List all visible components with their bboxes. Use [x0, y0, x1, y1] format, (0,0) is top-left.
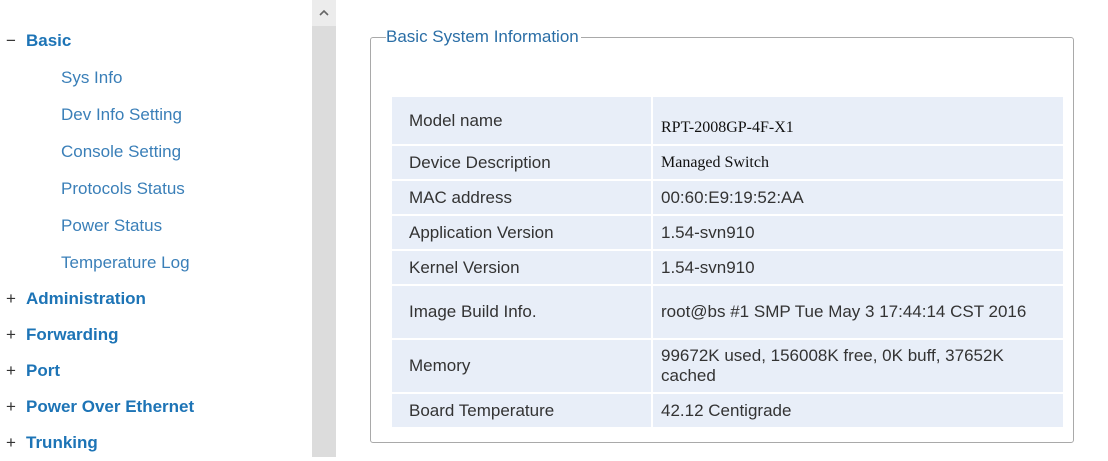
expand-icon: + — [6, 397, 16, 416]
nav-item-protocols-status[interactable]: Protocols Status — [0, 170, 312, 207]
nav-group-label: Administration — [26, 289, 146, 308]
table-row: Memory 99672K used, 156008K free, 0K buf… — [392, 340, 1063, 392]
row-label: Memory — [392, 340, 653, 392]
row-label: Image Build Info. — [392, 286, 653, 338]
row-value: 00:60:E9:19:52:AA — [653, 181, 1063, 214]
table-row: Model name RPT-2008GP-4F-X1 — [392, 97, 1063, 144]
nav-group-basic-toggle[interactable]: − Basic — [0, 22, 312, 59]
table-row: Application Version 1.54-svn910 — [392, 216, 1063, 249]
nav-group-label: Port — [26, 361, 60, 380]
row-value: root@bs #1 SMP Tue May 3 17:44:14 CST 20… — [653, 286, 1063, 338]
nav-group-label: Power Over Ethernet — [26, 397, 195, 416]
nav-group-port: + Port — [0, 353, 312, 389]
expand-icon: + — [6, 433, 16, 452]
nav-group-trunking: + Trunking — [0, 425, 312, 461]
row-label: Device Description — [392, 146, 653, 179]
nav-group-label: Basic — [26, 31, 72, 50]
nav-group-trunking-toggle[interactable]: + Trunking — [0, 425, 312, 461]
expand-icon: + — [6, 325, 16, 344]
nav-group-forwarding-toggle[interactable]: + Forwarding — [0, 317, 312, 353]
scroll-up-button[interactable] — [312, 0, 336, 26]
nav-group-administration-toggle[interactable]: + Administration — [0, 281, 312, 317]
chevron-up-icon — [319, 9, 329, 16]
row-label: Application Version — [392, 216, 653, 249]
row-label: MAC address — [392, 181, 653, 214]
nav-group-power-over-ethernet: + Power Over Ethernet — [0, 389, 312, 425]
nav-group-port-toggle[interactable]: + Port — [0, 353, 312, 389]
row-label: Model name — [392, 97, 653, 144]
table-row: Board Temperature 42.12 Centigrade — [392, 394, 1063, 427]
nav-group-power-over-ethernet-toggle[interactable]: + Power Over Ethernet — [0, 389, 312, 425]
row-value: 42.12 Centigrade — [653, 394, 1063, 427]
expand-icon: + — [6, 361, 16, 380]
system-info-table: Model name RPT-2008GP-4F-X1 Device Descr… — [392, 95, 1063, 429]
nav-item-console-setting[interactable]: Console Setting — [0, 133, 312, 170]
nav-group-forwarding: + Forwarding — [0, 317, 312, 353]
nav-group-label: Trunking — [26, 433, 98, 452]
nav-group-basic: − Basic Sys Info Dev Info Setting Console… — [0, 22, 312, 281]
table-row: MAC address 00:60:E9:19:52:AA — [392, 181, 1063, 214]
nav-submenu-basic: Sys Info Dev Info Setting Console Settin… — [0, 59, 312, 281]
row-label: Kernel Version — [392, 251, 653, 284]
nav-group-administration: + Administration — [0, 281, 312, 317]
row-value: RPT-2008GP-4F-X1 — [653, 97, 1063, 144]
panel-title: Basic System Information — [386, 27, 581, 47]
sidebar-nav: − Basic Sys Info Dev Info Setting Console… — [0, 0, 312, 457]
row-value: 99672K used, 156008K free, 0K buff, 3765… — [653, 340, 1063, 392]
collapse-icon: − — [6, 31, 16, 50]
row-value: 1.54-svn910 — [653, 251, 1063, 284]
row-value: 1.54-svn910 — [653, 216, 1063, 249]
nav-group-label: Forwarding — [26, 325, 119, 344]
table-row: Device Description Managed Switch — [392, 146, 1063, 179]
nav-item-power-status[interactable]: Power Status — [0, 207, 312, 244]
expand-icon: + — [6, 289, 16, 308]
table-row: Image Build Info. root@bs #1 SMP Tue May… — [392, 286, 1063, 338]
nav-item-sys-info[interactable]: Sys Info — [0, 59, 312, 96]
row-label: Board Temperature — [392, 394, 653, 427]
table-row: Kernel Version 1.54-svn910 — [392, 251, 1063, 284]
sidebar-scrollbar[interactable] — [312, 0, 336, 457]
main-content: Basic System Information Model name RPT-… — [336, 0, 1108, 457]
nav-item-dev-info-setting[interactable]: Dev Info Setting — [0, 96, 312, 133]
row-value: Managed Switch — [653, 146, 1063, 179]
nav-menu: − Basic Sys Info Dev Info Setting Console… — [0, 22, 312, 461]
nav-item-temperature-log[interactable]: Temperature Log — [0, 244, 312, 281]
